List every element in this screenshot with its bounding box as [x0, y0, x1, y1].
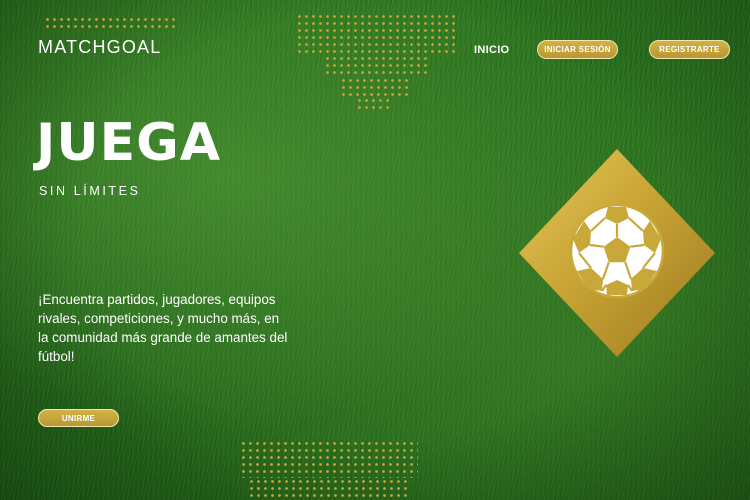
- top-dot-pattern: [340, 77, 410, 97]
- logo-dot-pattern: [44, 16, 176, 30]
- top-dot-pattern: [356, 97, 392, 109]
- hero-title: JUEGA: [36, 113, 222, 173]
- login-button[interactable]: INICIAR SESIÓN: [537, 40, 618, 59]
- hero-subtitle: SIN LÍMITES: [39, 184, 141, 198]
- bottom-dot-pattern: [240, 440, 418, 478]
- bottom-dot-pattern: [248, 478, 408, 500]
- ball-diamond: [519, 149, 715, 357]
- register-button[interactable]: REGISTRARTE: [649, 40, 730, 59]
- top-dot-pattern: [324, 55, 429, 77]
- join-button[interactable]: UNIRME: [38, 409, 119, 427]
- soccer-ball-icon: [519, 149, 715, 357]
- nav-home-link[interactable]: INICIO: [474, 44, 509, 56]
- site-logo[interactable]: MATCHGOAL: [38, 37, 161, 58]
- top-dot-pattern: [296, 13, 456, 55]
- hero-description: ¡Encuentra partidos, jugadores, equipos …: [38, 292, 288, 364]
